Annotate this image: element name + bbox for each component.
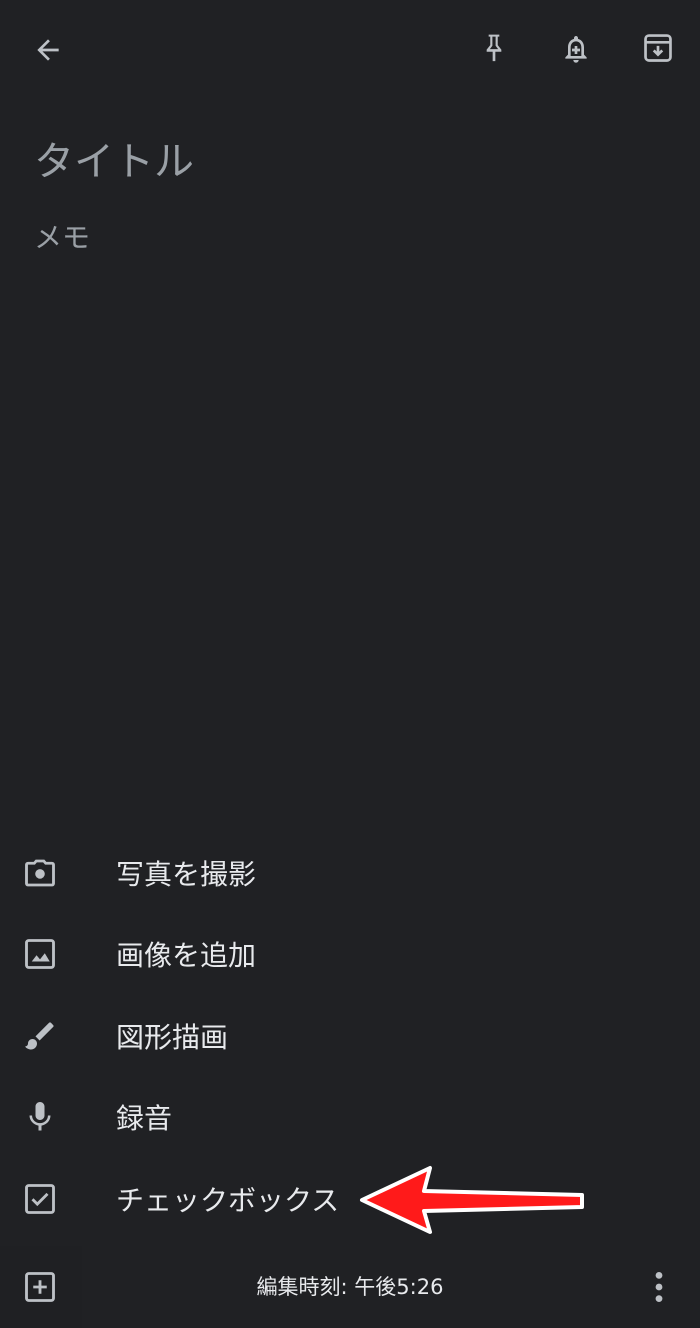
last-edited-text: 編集時刻: 午後5:26: [256, 1275, 444, 1299]
archive-icon: [644, 34, 672, 62]
title-input[interactable]: タイトル: [34, 134, 654, 190]
menu-item-label: 図形描画: [116, 1020, 229, 1054]
camera-icon: [22, 855, 58, 891]
more-vert-icon: [655, 1272, 663, 1302]
more-options-button[interactable]: [631, 1259, 687, 1315]
brush-icon: [22, 1018, 58, 1054]
menu-item-label: 録音: [116, 1102, 173, 1136]
archive-button[interactable]: [630, 20, 686, 76]
annotation-arrow-icon: [360, 1166, 584, 1234]
add-menu: 写真を撮影 画像を追加 図形描画 録音 チェックボックス: [0, 832, 700, 1240]
pin-icon: [486, 34, 502, 62]
reminder-button[interactable]: [548, 20, 604, 76]
menu-item-recording[interactable]: 録音: [0, 1077, 700, 1159]
bottom-bar: 編集時刻: 午後5:26: [0, 1246, 700, 1328]
image-icon: [22, 936, 58, 972]
checkbox-icon: [22, 1181, 58, 1217]
pin-button[interactable]: [466, 20, 522, 76]
menu-item-drawing[interactable]: 図形描画: [0, 995, 700, 1077]
reminder-bell-icon: [565, 36, 587, 63]
menu-item-label: チェックボックス: [116, 1183, 340, 1217]
menu-item-label: 画像を追加: [116, 939, 257, 973]
microphone-icon: [22, 1099, 58, 1135]
menu-item-label: 写真を撮影: [116, 857, 257, 891]
back-button[interactable]: [20, 22, 76, 78]
menu-item-take-photo[interactable]: 写真を撮影: [0, 832, 700, 914]
back-arrow-icon: [37, 39, 59, 61]
menu-item-checkbox[interactable]: チェックボックス: [0, 1158, 700, 1240]
menu-item-add-image[interactable]: 画像を追加: [0, 914, 700, 996]
memo-input[interactable]: メモ: [34, 214, 654, 262]
